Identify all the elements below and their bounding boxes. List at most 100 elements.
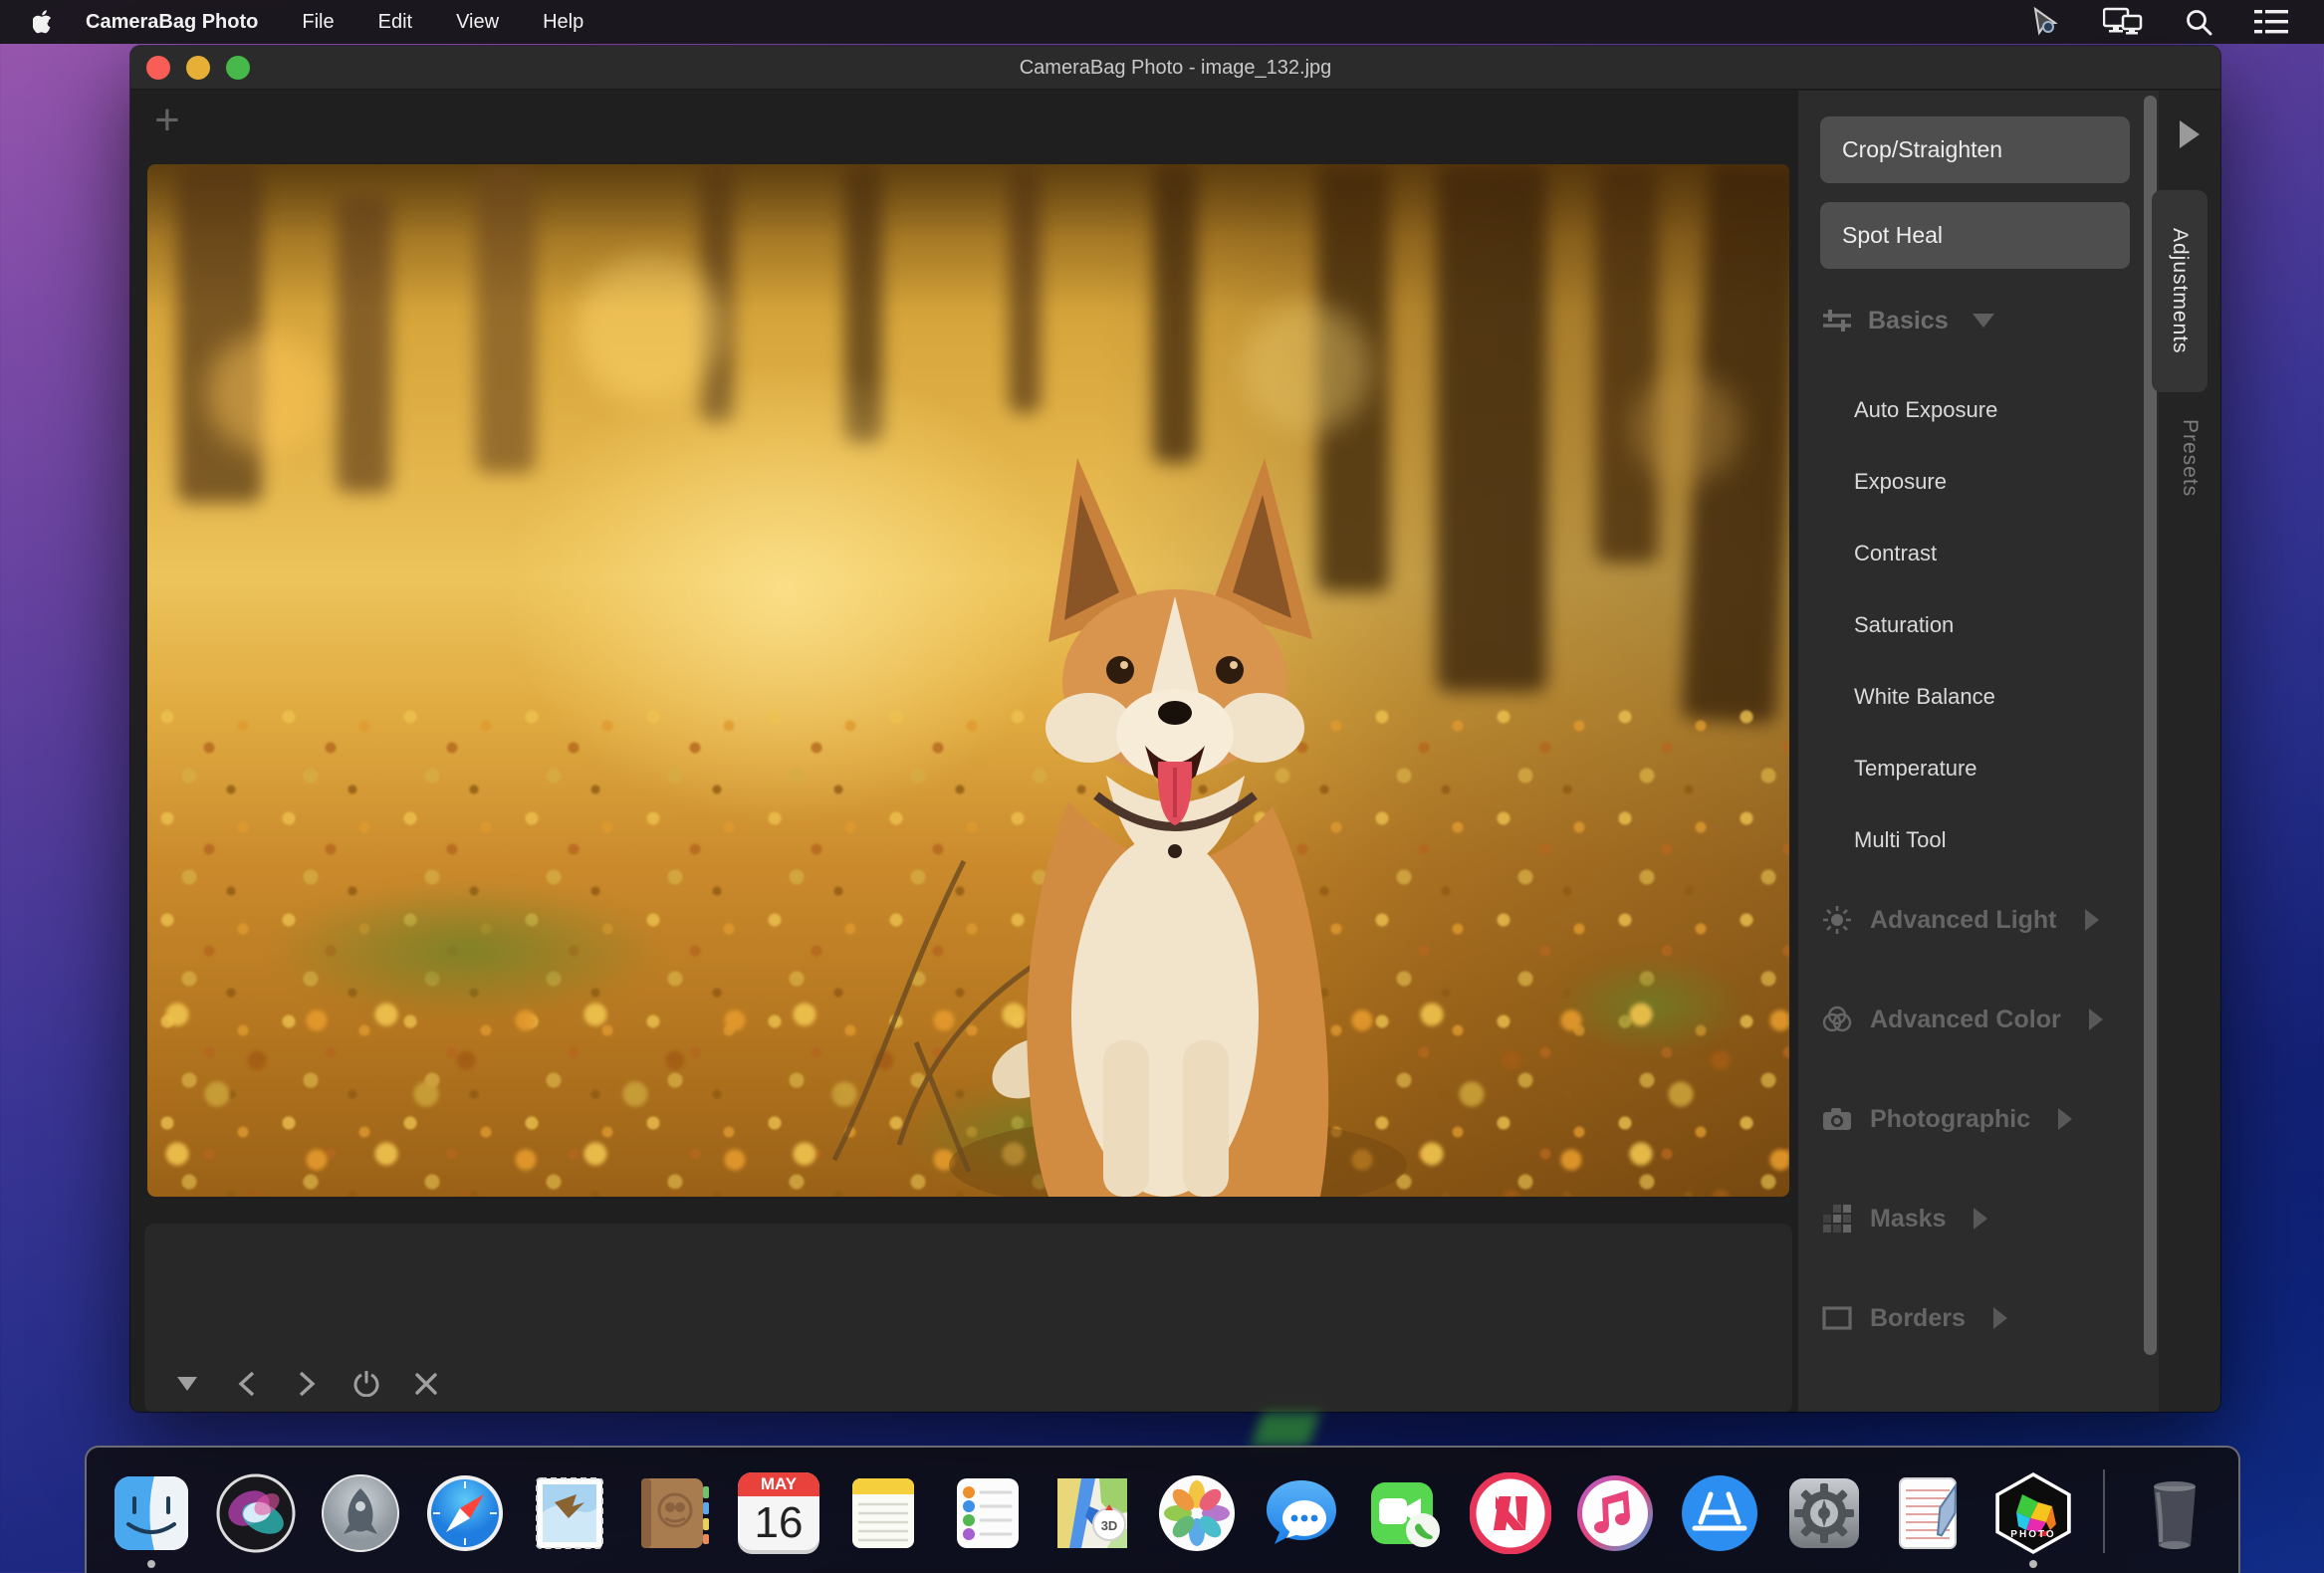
- tab-presets[interactable]: Presets: [2159, 419, 2220, 598]
- tab-presets-label: Presets: [2179, 419, 2202, 498]
- calendar-day-label: 16: [754, 1498, 804, 1547]
- camerabag-running-indicator: [2029, 1560, 2037, 1568]
- spot-heal-button[interactable]: Spot Heal: [1820, 202, 2130, 269]
- tab-adjustments[interactable]: Adjustments: [2152, 190, 2208, 392]
- maps-3d-badge: 3D: [1101, 1518, 1118, 1533]
- photographic-section[interactable]: Photographic: [1822, 1104, 2073, 1134]
- dock-item-reminders[interactable]: [947, 1472, 1029, 1554]
- basics-section-header[interactable]: Basics: [1822, 306, 1994, 336]
- calendar-icon: MAY 16: [738, 1472, 819, 1554]
- launchpad-icon: [322, 1474, 399, 1552]
- dock-item-facetime[interactable]: [1365, 1472, 1447, 1554]
- adjustment-contrast[interactable]: Contrast: [1798, 518, 2143, 589]
- borders-label: Borders: [1870, 1303, 1966, 1332]
- advanced-color-section[interactable]: Advanced Color: [1822, 1005, 2103, 1034]
- menu-edit[interactable]: Edit: [378, 11, 412, 34]
- title-bar[interactable]: CameraBag Photo - image_132.jpg: [130, 46, 2220, 90]
- dock-item-photos[interactable]: [1156, 1472, 1238, 1554]
- dock: MAY 16 3D PHOTO: [85, 1446, 2240, 1573]
- notes-icon: [852, 1478, 914, 1548]
- adjustment-exposure[interactable]: Exposure: [1798, 446, 2143, 518]
- dock-item-safari[interactable]: [424, 1472, 506, 1554]
- menu-bar: CameraBag Photo File Edit View Help: [0, 0, 2324, 44]
- menu-app-name[interactable]: CameraBag Photo: [86, 11, 258, 34]
- maps-icon: 3D: [1057, 1478, 1127, 1548]
- desktop: { "menu_bar": { "app_name": "CameraBag P…: [0, 0, 2324, 1573]
- dock-item-mail[interactable]: [529, 1472, 610, 1554]
- advanced-color-label: Advanced Color: [1870, 1005, 2061, 1033]
- calendar-month-label: MAY: [738, 1472, 819, 1496]
- expand-panel-arrow-icon[interactable]: [2180, 120, 2200, 148]
- dock-item-maps[interactable]: 3D: [1051, 1472, 1133, 1554]
- sun-icon: [1822, 905, 1852, 935]
- dock-item-appstore[interactable]: [1679, 1472, 1760, 1554]
- dock-item-notes[interactable]: [842, 1472, 924, 1554]
- dock-item-camerabag[interactable]: PHOTO: [1992, 1472, 2074, 1568]
- dock-item-finder[interactable]: [111, 1472, 192, 1568]
- dock-item-calendar[interactable]: MAY 16: [738, 1472, 819, 1554]
- masks-section[interactable]: Masks: [1822, 1204, 1988, 1234]
- adjustment-temperature[interactable]: Temperature: [1798, 733, 2143, 804]
- menu-file[interactable]: File: [302, 11, 334, 34]
- tab-strip: Adjustments Presets: [2152, 91, 2220, 1412]
- masks-checkerboard-icon: [1822, 1204, 1852, 1234]
- dock-item-trash[interactable]: [2134, 1472, 2215, 1554]
- adjustments-sidebar: Crop/Straighten Spot Heal Basics Auto Ex…: [1798, 91, 2220, 1412]
- textedit-icon: [1899, 1477, 1958, 1549]
- basics-label: Basics: [1868, 306, 1949, 335]
- dock-item-itunes[interactable]: [1574, 1472, 1656, 1554]
- adjustment-multi-tool[interactable]: Multi Tool: [1798, 804, 2143, 876]
- dock-item-system-preferences[interactable]: [1783, 1472, 1865, 1554]
- safari-icon: [427, 1475, 503, 1551]
- wallpaper-green-smudge: [1251, 1413, 1320, 1447]
- adjustment-white-balance[interactable]: White Balance: [1798, 661, 2143, 733]
- dock-item-textedit[interactable]: [1888, 1472, 1970, 1554]
- apple-menu-icon[interactable]: [24, 9, 64, 35]
- photos-icon: [1159, 1475, 1235, 1551]
- itunes-icon: [1577, 1475, 1653, 1551]
- camerabag-icon: PHOTO: [1992, 1472, 2074, 1554]
- chevron-right-icon: [1974, 1208, 1988, 1230]
- adjustment-saturation[interactable]: Saturation: [1798, 589, 2143, 661]
- spotlight-search-icon[interactable]: [2185, 8, 2212, 36]
- chevron-right-icon: [1992, 1307, 2007, 1329]
- siri-icon: [216, 1473, 296, 1553]
- collapse-filmstrip-icon[interactable]: [174, 1371, 200, 1397]
- menu-view[interactable]: View: [456, 11, 499, 34]
- power-reset-icon[interactable]: [353, 1371, 379, 1397]
- dock-item-news[interactable]: [1470, 1472, 1551, 1554]
- editor-canvas: +: [130, 91, 1798, 1412]
- photographic-label: Photographic: [1870, 1104, 2031, 1133]
- dock-item-launchpad[interactable]: [320, 1472, 401, 1554]
- basics-list: Auto Exposure Exposure Contrast Saturati…: [1798, 374, 2143, 876]
- notification-list-icon[interactable]: [2254, 9, 2288, 35]
- app-window: CameraBag Photo - image_132.jpg + Crop/S…: [130, 46, 2220, 1412]
- menu-help[interactable]: Help: [543, 11, 583, 34]
- advanced-light-label: Advanced Light: [1870, 905, 2057, 934]
- masks-label: Masks: [1870, 1204, 1947, 1233]
- trash-icon: [2154, 1481, 2196, 1549]
- facetime-icon: [1371, 1482, 1440, 1547]
- sliders-icon: [1822, 306, 1852, 336]
- displays-icon[interactable]: [2103, 7, 2143, 37]
- next-image-icon[interactable]: [294, 1371, 320, 1397]
- finder-running-indicator: [147, 1560, 155, 1568]
- reminders-icon: [957, 1478, 1019, 1548]
- crop-straighten-button[interactable]: Crop/Straighten: [1820, 116, 2130, 183]
- dock-item-messages[interactable]: [1261, 1472, 1342, 1554]
- previous-image-icon[interactable]: [234, 1371, 260, 1397]
- dock-separator: [2103, 1469, 2105, 1553]
- dock-item-contacts[interactable]: [633, 1472, 715, 1554]
- add-image-button[interactable]: +: [154, 99, 180, 142]
- mail-icon: [536, 1477, 603, 1549]
- adjustment-auto-exposure[interactable]: Auto Exposure: [1798, 374, 2143, 446]
- close-image-icon[interactable]: [413, 1371, 439, 1397]
- borders-section[interactable]: Borders: [1822, 1303, 2007, 1333]
- chevron-right-icon: [2084, 909, 2099, 931]
- dock-item-siri[interactable]: [215, 1472, 297, 1554]
- screen-capture-cursor-icon[interactable]: [2031, 7, 2061, 37]
- tab-adjustments-label: Adjustments: [2169, 228, 2192, 354]
- advanced-light-section[interactable]: Advanced Light: [1822, 905, 2099, 935]
- color-circles-icon: [1822, 1005, 1852, 1034]
- finder-icon: [115, 1476, 188, 1550]
